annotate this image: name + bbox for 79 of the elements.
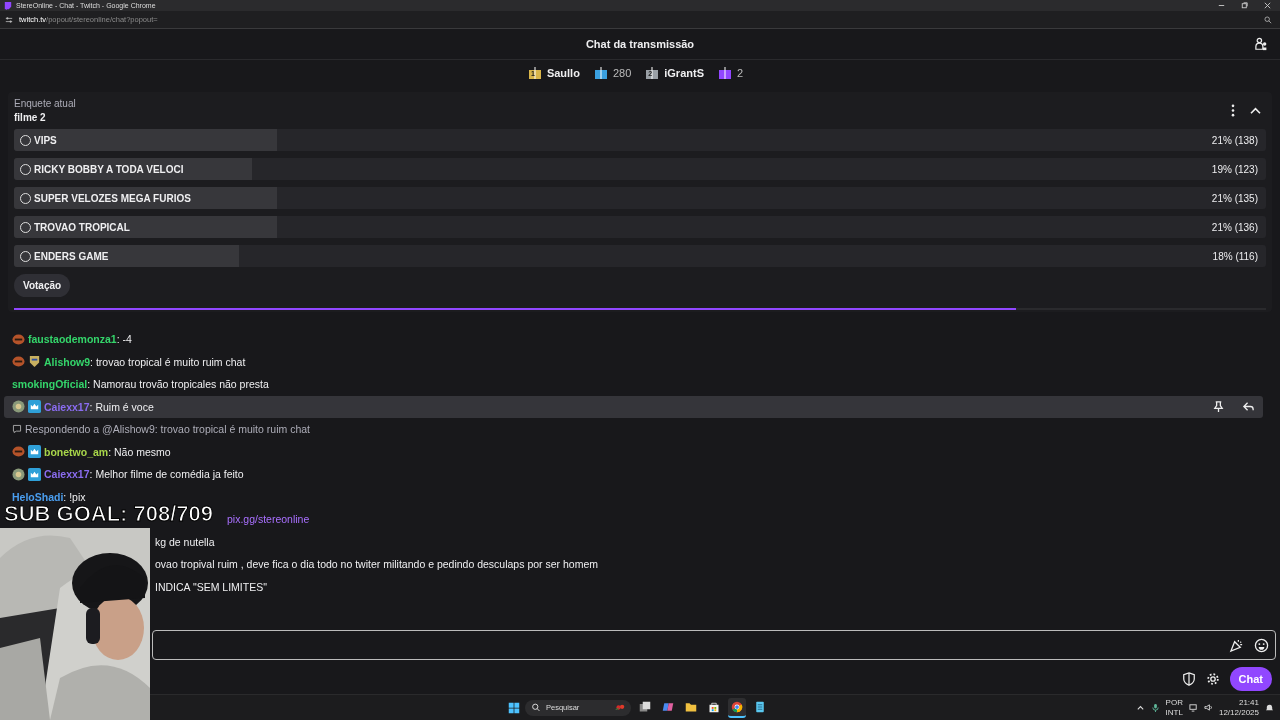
- more-icon[interactable]: [1231, 104, 1235, 117]
- collapse-icon[interactable]: [1249, 106, 1262, 115]
- option-label: ENDERS GAME: [34, 250, 109, 262]
- chat-message: HeloShadi: !pix: [12, 490, 86, 503]
- chat-message: bonetwo_am: Não mesmo: [44, 445, 171, 458]
- chat-title: Chat da transmissão: [585, 38, 695, 50]
- crown-badge-icon: [28, 467, 41, 481]
- avatar-badge-icon: [12, 467, 25, 481]
- poll-option[interactable]: TROVAO TROPICAL 21% (136): [14, 216, 1266, 238]
- chat-button[interactable]: Chat: [1229, 667, 1272, 691]
- poll-option[interactable]: ENDERS GAME 18% (116): [14, 245, 1266, 267]
- close-icon[interactable]: [1263, 1, 1272, 10]
- emote-badge-icon: [12, 445, 25, 459]
- gift-count: 280: [612, 67, 632, 79]
- folder-icon: [685, 700, 697, 713]
- crown-badge-icon: [28, 445, 41, 459]
- pin-icon[interactable]: [1212, 400, 1225, 414]
- zoom-icon[interactable]: [1264, 15, 1272, 24]
- poll-option[interactable]: VIPS 21% (138): [14, 129, 1266, 151]
- emoji-icon[interactable]: [1254, 637, 1269, 653]
- chat-message: faustaodemonza1: -4: [28, 333, 132, 346]
- gift-count: 2: [737, 67, 744, 79]
- chat-message: Caiexx17: Melhor filme de comédia ja feito: [44, 468, 244, 481]
- option-result: 21% (138): [1211, 134, 1258, 146]
- browser-icon: [731, 700, 743, 713]
- poll-title: filme 2: [14, 112, 47, 123]
- caret-icon[interactable]: [1135, 703, 1145, 712]
- poll-option[interactable]: SUPER VELOZES MEGA FURIOS 21% (135): [14, 187, 1266, 209]
- option-label: VIPS: [34, 134, 57, 146]
- option-result: 18% (116): [1212, 250, 1258, 262]
- option-label: SUPER VELOZES MEGA FURIOS: [34, 192, 191, 204]
- shield-badge-icon: [28, 355, 41, 369]
- notepad-icon: [754, 700, 766, 713]
- chat-message: Caiexx17: Ruim é voce: [44, 400, 154, 413]
- users-icon[interactable]: [1255, 37, 1269, 51]
- chat-message: ovao tropival ruim , deve fica o dia todo no twiter militando e pedindo desculaps por ser homem: [155, 558, 598, 571]
- chat-message: kg de nutella: [155, 535, 215, 548]
- option-label: RICKY BOBBY A TODA VELOCI: [34, 163, 184, 175]
- copilot-icon: [662, 700, 674, 713]
- windows-start-icon[interactable]: [508, 701, 520, 714]
- search-icon: [531, 703, 541, 712]
- chat-message: INDICA "SEM LIMITES": [155, 580, 267, 593]
- chat-link[interactable]: pix.gg/stereonline: [227, 513, 310, 526]
- gifter-name: Saullo: [546, 67, 580, 79]
- option-result: 21% (136): [1211, 221, 1258, 233]
- shield-icon[interactable]: [1181, 672, 1196, 686]
- option-result: 21% (135): [1211, 192, 1258, 204]
- option-label: TROVAO TROPICAL: [34, 221, 130, 233]
- twitch-icon: [4, 1, 12, 10]
- avatar-badge-icon: [12, 400, 25, 414]
- party-popper-icon[interactable]: [1229, 637, 1244, 653]
- store-icon: [708, 700, 720, 713]
- chat-input[interactable]: [152, 630, 1276, 660]
- volume-icon[interactable]: [1203, 703, 1213, 712]
- chat-message: Alishow9: trovao tropical é muito ruim chat: [44, 355, 246, 368]
- network-icon[interactable]: [1188, 703, 1198, 712]
- settings-icon[interactable]: [1205, 672, 1220, 686]
- microphone-icon[interactable]: [1150, 703, 1160, 712]
- flower-icon: [615, 703, 625, 712]
- task-view-icon: [639, 700, 651, 713]
- poll-option[interactable]: RICKY BOBBY A TODA VELOCI 19% (123): [14, 158, 1266, 180]
- layout-label[interactable]: INTL: [1165, 707, 1183, 718]
- emote-badge-icon: [12, 355, 25, 369]
- gifter-name: iGrantS: [664, 67, 704, 79]
- chat-message: smokingOficial: Namorau trovão tropicales não presta: [12, 378, 269, 391]
- language-label[interactable]: POR: [1165, 697, 1183, 708]
- crown-badge-icon: [28, 400, 41, 414]
- notification-icon[interactable]: [1265, 703, 1274, 712]
- site-settings-icon[interactable]: [5, 15, 13, 24]
- clock-time[interactable]: 21:41: [1238, 697, 1259, 708]
- emote-badge-icon: [12, 332, 25, 346]
- clock-date[interactable]: 12/12/2025: [1218, 707, 1259, 718]
- taskbar-app[interactable]: [728, 697, 746, 718]
- restore-icon[interactable]: [1240, 1, 1249, 10]
- reply-bubble-icon: [12, 424, 22, 435]
- option-result: 19% (123): [1211, 163, 1258, 175]
- vote-button[interactable]: Votação: [14, 274, 71, 297]
- poll-label: Enquete atual: [14, 98, 76, 109]
- reply-context: Respondendo a @Alishow9: trovao tropical é muito ruim chat: [25, 423, 310, 436]
